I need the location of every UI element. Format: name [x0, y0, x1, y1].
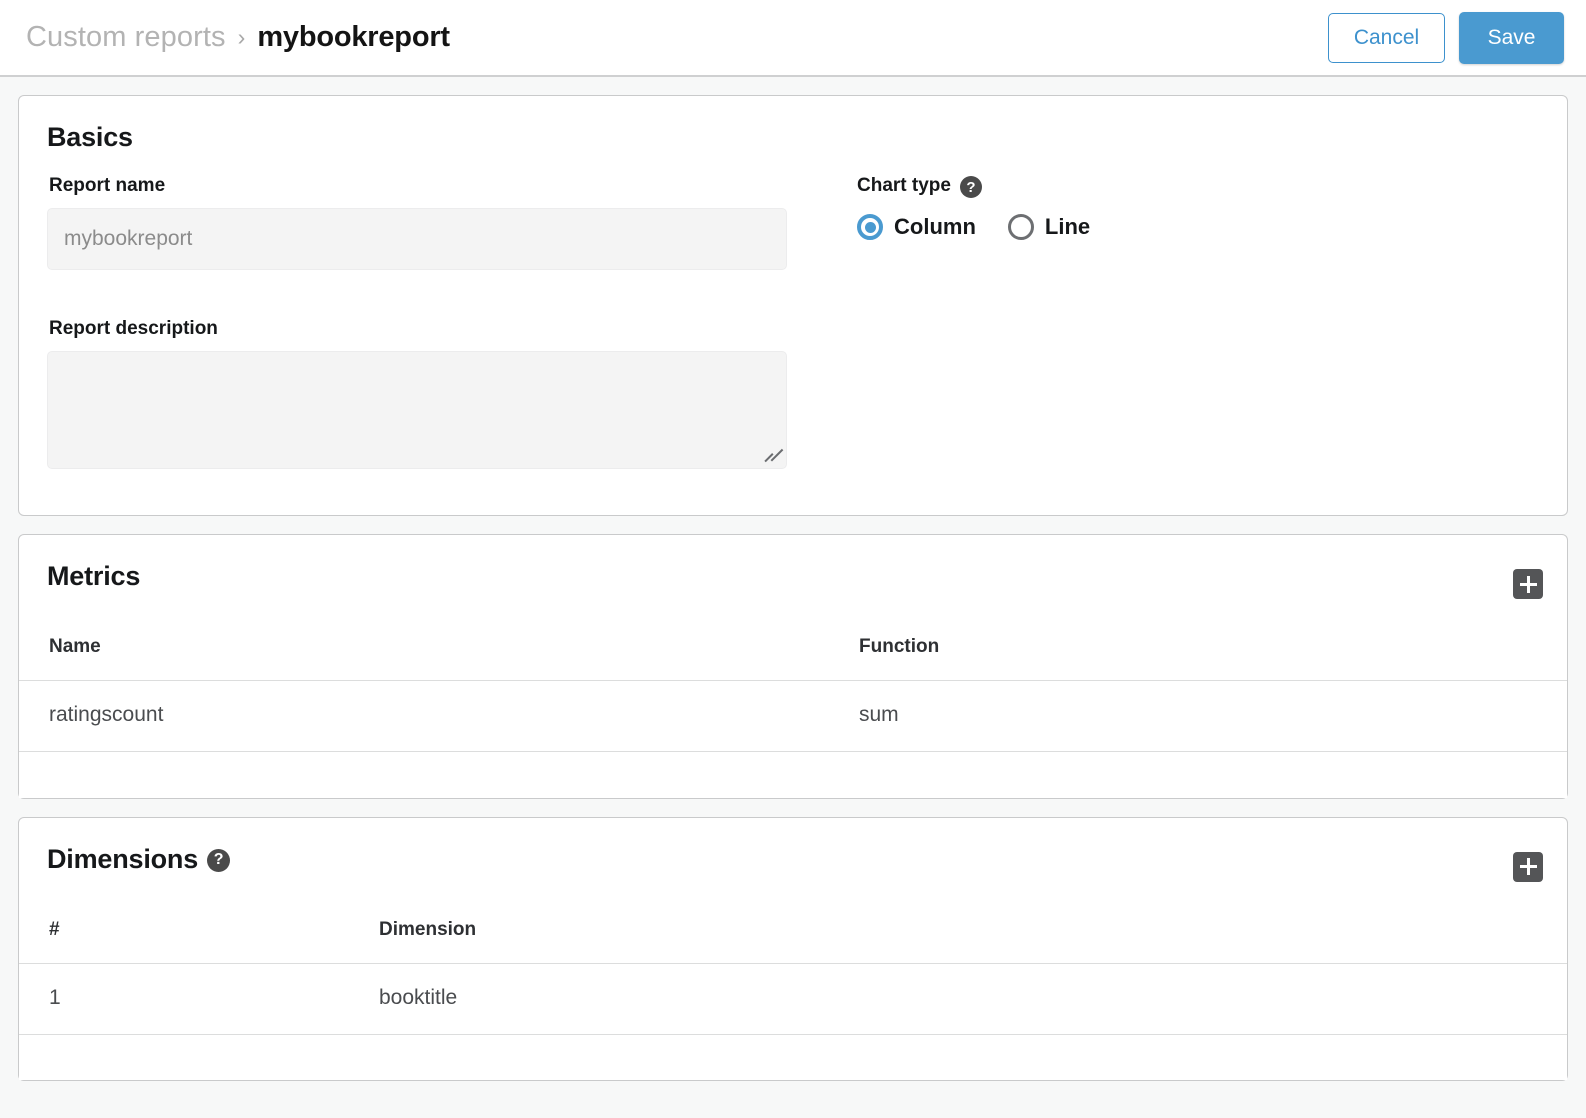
- basics-left-column: Report name Report description: [47, 153, 837, 469]
- metrics-table-footer: [19, 752, 1567, 798]
- report-description-label: Report description: [49, 318, 837, 340]
- chart-type-radio-row: Column Line: [857, 214, 1539, 240]
- save-button[interactable]: Save: [1459, 12, 1564, 64]
- metrics-card: Metrics Name Function ratingscount sum: [18, 534, 1568, 799]
- report-description-textarea[interactable]: [47, 351, 787, 469]
- dimensions-table-body: 1 booktitle: [19, 963, 1567, 1080]
- dimensions-header: Dimensions ?: [19, 818, 1567, 879]
- dimension-name-cell: booktitle: [379, 963, 1567, 1034]
- breadcrumb-link-custom-reports[interactable]: Custom reports: [26, 21, 226, 54]
- radio-option-line[interactable]: Line: [1008, 214, 1090, 240]
- metric-function-cell: sum: [859, 681, 1567, 752]
- help-icon[interactable]: ?: [960, 176, 982, 198]
- add-dimension-button[interactable]: [1513, 852, 1543, 882]
- help-icon[interactable]: ?: [207, 849, 230, 872]
- breadcrumb: Custom reports › mybookreport: [26, 21, 1328, 54]
- dimensions-table-head: # Dimension: [19, 905, 1567, 964]
- page-title: mybookreport: [257, 21, 450, 54]
- dimensions-col-number: #: [19, 905, 379, 964]
- chart-type-label: Chart type: [857, 175, 951, 197]
- table-row[interactable]: 1 booktitle: [19, 963, 1567, 1034]
- basics-title: Basics: [47, 122, 133, 153]
- basics-header: Basics: [19, 96, 1567, 153]
- dimensions-table-footer: [19, 1034, 1567, 1080]
- report-name-input[interactable]: [47, 208, 787, 270]
- metric-name-cell: ratingscount: [19, 681, 859, 752]
- metrics-col-function: Function: [859, 622, 1567, 681]
- chart-type-label-row: Chart type ?: [857, 175, 982, 197]
- dimensions-header-row: # Dimension: [19, 905, 1567, 964]
- metrics-header: Metrics: [19, 535, 1567, 596]
- metrics-title: Metrics: [47, 561, 140, 592]
- dimension-number-cell: 1: [19, 963, 379, 1034]
- radio-line-label: Line: [1045, 214, 1090, 240]
- metrics-header-row: Name Function: [19, 622, 1567, 681]
- dimensions-title: Dimensions: [47, 844, 198, 875]
- metrics-table-head: Name Function: [19, 622, 1567, 681]
- add-metric-button[interactable]: [1513, 569, 1543, 599]
- dimensions-card: Dimensions ? # Dimension 1 booktitle: [18, 817, 1568, 1082]
- metrics-table: Name Function ratingscount sum: [19, 622, 1567, 798]
- dimensions-table: # Dimension 1 booktitle: [19, 905, 1567, 1081]
- chart-type-group: Chart type ? Column Line: [837, 153, 1539, 469]
- top-bar: Custom reports › mybookreport Cancel Sav…: [0, 0, 1586, 77]
- chevron-right-icon: ›: [238, 26, 246, 49]
- basics-body: Report name Report description Chart typ…: [19, 153, 1567, 515]
- basics-card: Basics Report name Report description Ch…: [18, 95, 1568, 516]
- top-bar-actions: Cancel Save: [1328, 12, 1564, 64]
- radio-column-indicator[interactable]: [857, 214, 883, 240]
- dimensions-col-dimension: Dimension: [379, 905, 1567, 964]
- radio-option-column[interactable]: Column: [857, 214, 976, 240]
- radio-line-indicator[interactable]: [1008, 214, 1034, 240]
- report-name-label: Report name: [49, 175, 837, 197]
- report-description-wrapper: [47, 351, 787, 469]
- radio-column-label: Column: [894, 214, 976, 240]
- dimensions-title-row: Dimensions ?: [47, 844, 230, 875]
- metrics-table-body: ratingscount sum: [19, 681, 1567, 798]
- metrics-col-name: Name: [19, 622, 859, 681]
- page-content: Basics Report name Report description Ch…: [0, 77, 1586, 1081]
- cancel-button[interactable]: Cancel: [1328, 13, 1445, 63]
- table-row[interactable]: ratingscount sum: [19, 681, 1567, 752]
